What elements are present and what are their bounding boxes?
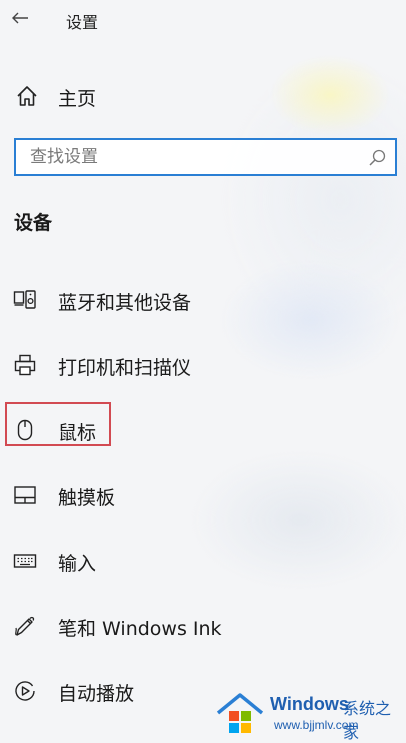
nav-item-pen-ink[interactable]: 笔和 Windows Ink bbox=[0, 606, 300, 646]
nav-item-label: 蓝牙和其他设备 bbox=[58, 292, 192, 314]
search-input[interactable] bbox=[16, 140, 346, 174]
selection-highlight-box bbox=[5, 402, 111, 446]
back-arrow-icon bbox=[12, 12, 28, 24]
back-button[interactable] bbox=[8, 6, 32, 30]
nav-item-label: 自动播放 bbox=[58, 683, 135, 705]
nav-item-label: 笔和 Windows Ink bbox=[58, 618, 222, 640]
watermark-brand: Windows bbox=[270, 694, 349, 714]
home-nav-item[interactable]: 主页 bbox=[0, 78, 406, 114]
home-label: 主页 bbox=[58, 88, 97, 110]
nav-item-touchpad[interactable]: 触摸板 bbox=[0, 475, 300, 515]
window-title: 设置 bbox=[66, 13, 99, 32]
bluetooth-devices-icon bbox=[13, 290, 36, 309]
home-icon bbox=[17, 86, 37, 106]
keyboard-icon bbox=[13, 554, 37, 568]
pen-icon bbox=[15, 616, 35, 636]
search-box[interactable] bbox=[14, 138, 397, 176]
search-icon[interactable] bbox=[367, 148, 387, 168]
nav-item-printers[interactable]: 打印机和扫描仪 bbox=[0, 345, 300, 385]
windows-logo-icon bbox=[216, 693, 264, 733]
nav-item-typing[interactable]: 输入 bbox=[0, 541, 300, 581]
nav-item-label: 输入 bbox=[58, 553, 97, 575]
nav-item-label: 触摸板 bbox=[58, 487, 116, 509]
printer-icon bbox=[14, 354, 36, 376]
title-bar: 设置 bbox=[0, 0, 406, 40]
nav-item-label: 打印机和扫描仪 bbox=[58, 357, 192, 379]
watermark: Windows 系统之家 www.bjjmlv.com bbox=[206, 686, 406, 742]
autoplay-icon bbox=[15, 681, 35, 701]
touchpad-icon bbox=[14, 486, 36, 504]
section-title: 设备 bbox=[14, 212, 53, 234]
watermark-url: www.bjjmlv.com bbox=[274, 718, 359, 732]
nav-item-bluetooth[interactable]: 蓝牙和其他设备 bbox=[0, 280, 300, 320]
